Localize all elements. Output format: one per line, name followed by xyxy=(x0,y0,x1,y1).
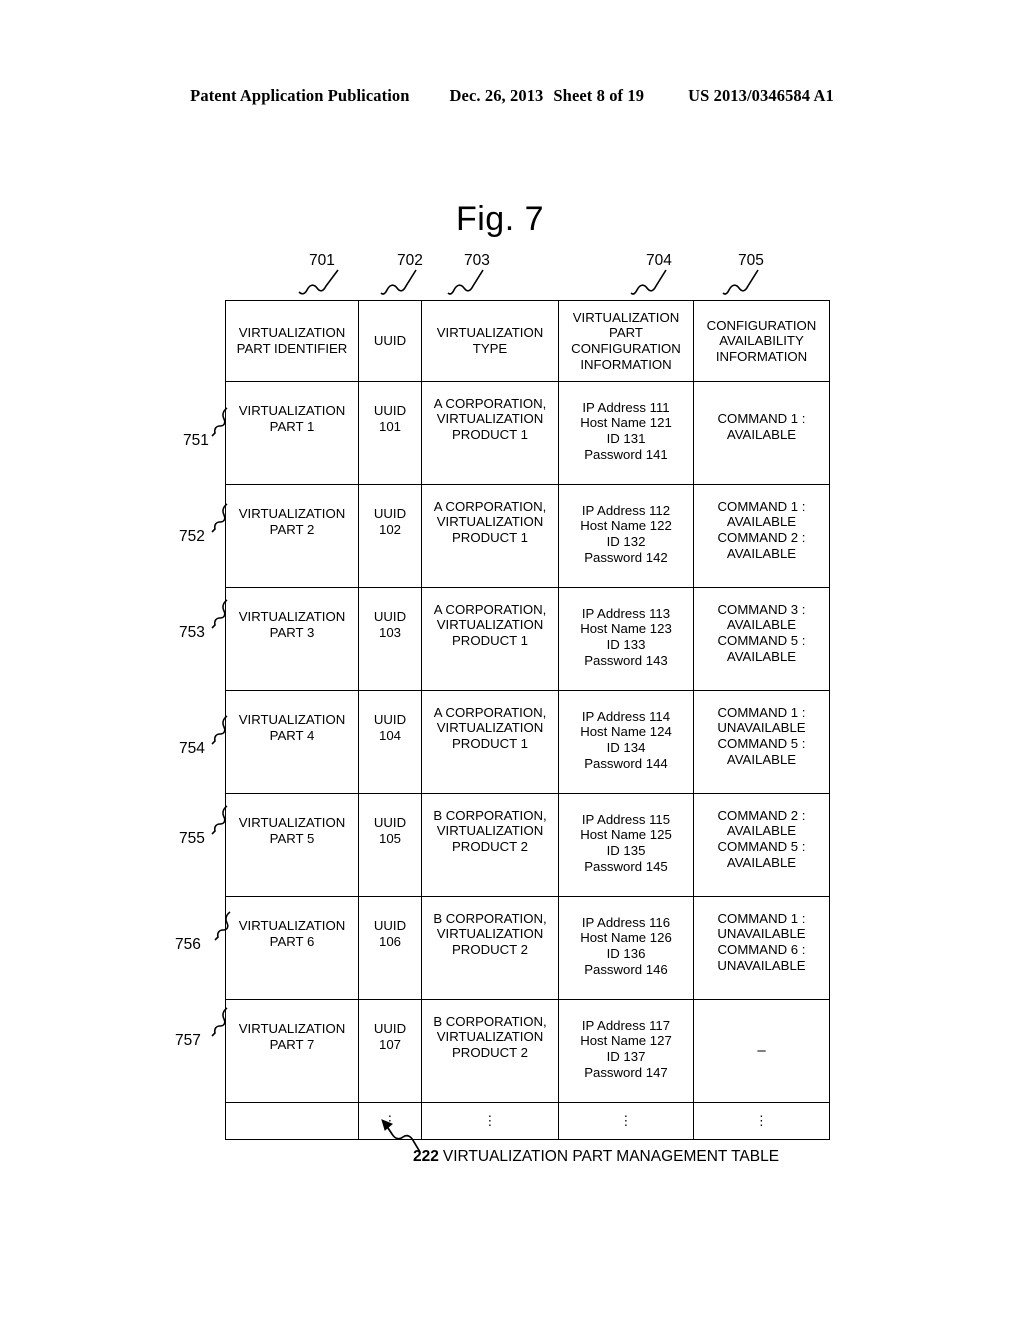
figure-caption: 222 VIRTUALIZATION PART MANAGEMENT TABLE xyxy=(413,1148,779,1166)
cell-virtualization-type: B CORPORATION, VIRTUALIZATION PRODUCT 2 xyxy=(421,793,559,897)
table-row: VIRTUALIZATION PART 2 UUID 102 A CORPORA… xyxy=(225,484,830,588)
cell-configuration-information: IP Address 111 Host Name 121 ID 131 Pass… xyxy=(558,381,694,485)
table: VIRTUALIZATION PART IDENTIFIER UUID VIRT… xyxy=(225,300,830,1140)
cell-uuid: UUID 102 xyxy=(358,484,422,588)
sheet-number: Sheet 8 of 19 xyxy=(553,86,645,105)
cell-configuration-information: IP Address 115 Host Name 125 ID 135 Pass… xyxy=(558,793,694,897)
cell-identifier: VIRTUALIZATION PART 1 xyxy=(225,381,359,485)
col-header-configuration-availability-information: CONFIGURATION AVAILABILITY INFORMATION xyxy=(693,300,830,382)
cell-uuid: UUID 106 xyxy=(358,896,422,1000)
figure-title: Fig. 7 xyxy=(0,200,1024,239)
leader-line-702 xyxy=(380,269,417,295)
virtualization-part-management-table: VIRTUALIZATION PART IDENTIFIER UUID VIRT… xyxy=(225,300,830,1140)
table-row: VIRTUALIZATION PART 4 UUID 104 A CORPORA… xyxy=(225,690,830,794)
table-row: VIRTUALIZATION PART 3 UUID 103 A CORPORA… xyxy=(225,587,830,691)
cell-identifier: VIRTUALIZATION PART 6 xyxy=(225,896,359,1000)
leader-line-705 xyxy=(722,269,759,295)
cell-identifier: VIRTUALIZATION PART 7 xyxy=(225,999,359,1103)
page-header: Patent Application Publication Dec. 26, … xyxy=(0,86,1024,106)
cell-uuid: UUID 107 xyxy=(358,999,422,1103)
patent-number: US 2013/0346584 A1 xyxy=(688,86,834,105)
cell-availability-information-continuation: ⋮ xyxy=(693,1102,830,1140)
cell-availability-information: COMMAND 1 : AVAILABLE COMMAND 2 : AVAILA… xyxy=(693,484,830,588)
no-data-dash: – xyxy=(757,1042,766,1060)
cell-identifier: VIRTUALIZATION PART 3 xyxy=(225,587,359,691)
table-row: VIRTUALIZATION PART 6 UUID 106 B CORPORA… xyxy=(225,896,830,1000)
column-ref-703-label: 703 xyxy=(464,252,490,269)
leader-line-703 xyxy=(447,269,484,295)
caption-number: 222 xyxy=(413,1148,439,1165)
column-ref-704-label: 704 xyxy=(646,252,672,269)
cell-configuration-information: IP Address 117 Host Name 127 ID 137 Pass… xyxy=(558,999,694,1103)
cell-configuration-information: IP Address 112 Host Name 122 ID 132 Pass… xyxy=(558,484,694,588)
row-ref-756: 756 xyxy=(175,936,201,954)
cell-virtualization-type-continuation: ⋮ xyxy=(421,1102,559,1140)
column-ref-702-label: 702 xyxy=(397,252,423,269)
table-row: VIRTUALIZATION PART 1 UUID 101 A CORPORA… xyxy=(225,381,830,485)
table-header: VIRTUALIZATION PART IDENTIFIER UUID VIRT… xyxy=(225,300,830,382)
leader-line-701 xyxy=(298,269,339,295)
caption-text: VIRTUALIZATION PART MANAGEMENT TABLE xyxy=(442,1148,780,1165)
table-header-row: VIRTUALIZATION PART IDENTIFIER UUID VIRT… xyxy=(225,300,830,382)
table-row: VIRTUALIZATION PART 5 UUID 105 B CORPORA… xyxy=(225,793,830,897)
col-header-virtualization-type: VIRTUALIZATION TYPE xyxy=(421,300,559,382)
cell-availability-information: – xyxy=(693,999,830,1103)
table-row: VIRTUALIZATION PART 7 UUID 107 B CORPORA… xyxy=(225,999,830,1103)
column-ref-705-label: 705 xyxy=(738,252,764,269)
cell-identifier: VIRTUALIZATION PART 4 xyxy=(225,690,359,794)
cell-uuid: UUID 105 xyxy=(358,793,422,897)
column-ref-701-label: 701 xyxy=(309,252,335,269)
cell-uuid: UUID 101 xyxy=(358,381,422,485)
cell-identifier: VIRTUALIZATION PART 5 xyxy=(225,793,359,897)
cell-uuid: UUID 103 xyxy=(358,587,422,691)
cell-availability-information: COMMAND 1 : AVAILABLE xyxy=(693,381,830,485)
cell-configuration-information-continuation: ⋮ xyxy=(558,1102,694,1140)
cell-virtualization-type: B CORPORATION, VIRTUALIZATION PRODUCT 2 xyxy=(421,999,559,1103)
cell-virtualization-type: A CORPORATION, VIRTUALIZATION PRODUCT 1 xyxy=(421,587,559,691)
cell-configuration-information: IP Address 113 Host Name 123 ID 133 Pass… xyxy=(558,587,694,691)
publication-date: Dec. 26, 2013 xyxy=(449,86,544,105)
figure-title-text: Fig. 7 xyxy=(455,200,545,238)
col-header-uuid: UUID xyxy=(358,300,422,382)
publication-label: Patent Application Publication xyxy=(190,86,410,105)
cell-availability-information: COMMAND 1 : UNAVAILABLE COMMAND 6 : UNAV… xyxy=(693,896,830,1000)
col-header-virtualization-part-configuration-information: VIRTUALIZATION PART CONFIGURATION INFORM… xyxy=(558,300,694,382)
cell-availability-information: COMMAND 3 : AVAILABLE COMMAND 5 : AVAILA… xyxy=(693,587,830,691)
cell-identifier: VIRTUALIZATION PART 2 xyxy=(225,484,359,588)
leader-line-704 xyxy=(630,269,667,295)
cell-availability-information: COMMAND 2 : AVAILABLE COMMAND 5 : AVAILA… xyxy=(693,793,830,897)
row-ref-756-label: 756 xyxy=(175,936,201,953)
cell-uuid: UUID 104 xyxy=(358,690,422,794)
col-header-virtualization-part-identifier: VIRTUALIZATION PART IDENTIFIER xyxy=(225,300,359,382)
cell-virtualization-type: A CORPORATION, VIRTUALIZATION PRODUCT 1 xyxy=(421,484,559,588)
cell-virtualization-type: B CORPORATION, VIRTUALIZATION PRODUCT 2 xyxy=(421,896,559,1000)
table-continuation-row: ⋮ ⋮ ⋮ ⋮ xyxy=(225,1102,830,1140)
cell-identifier-continuation xyxy=(225,1102,359,1140)
table-body: VIRTUALIZATION PART 1 UUID 101 A CORPORA… xyxy=(225,381,830,1140)
cell-virtualization-type: A CORPORATION, VIRTUALIZATION PRODUCT 1 xyxy=(421,690,559,794)
cell-virtualization-type: A CORPORATION, VIRTUALIZATION PRODUCT 1 xyxy=(421,381,559,485)
cell-configuration-information: IP Address 116 Host Name 126 ID 136 Pass… xyxy=(558,896,694,1000)
cell-configuration-information: IP Address 114 Host Name 124 ID 134 Pass… xyxy=(558,690,694,794)
cell-availability-information: COMMAND 1 : UNAVAILABLE COMMAND 5 : AVAI… xyxy=(693,690,830,794)
